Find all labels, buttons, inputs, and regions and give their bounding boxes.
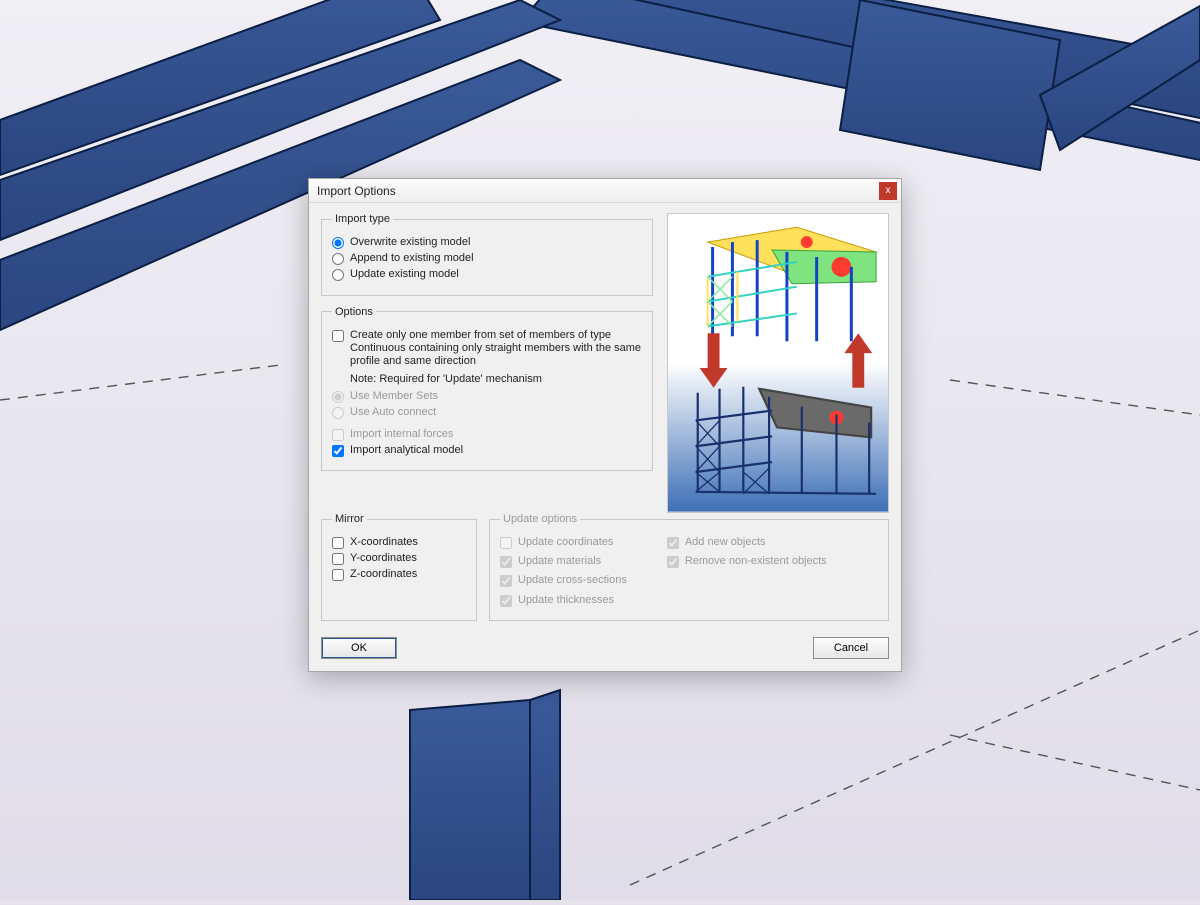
radio-overwrite-label: Overwrite existing model xyxy=(350,236,470,249)
check-import-internal-forces: Import internal forces xyxy=(332,428,642,441)
radio-overwrite-input[interactable] xyxy=(332,237,344,249)
legend-import-type: Import type xyxy=(332,213,393,225)
check-import-analytical-model-input[interactable] xyxy=(332,445,344,457)
group-options: Options Create only one member from set … xyxy=(321,306,653,471)
check-update-coordinates-label: Update coordinates xyxy=(518,536,613,549)
check-update-cross-sections-input xyxy=(500,575,512,587)
check-mirror-z-input[interactable] xyxy=(332,569,344,581)
cancel-button[interactable]: Cancel xyxy=(813,637,889,659)
check-add-new-objects-label: Add new objects xyxy=(685,536,766,549)
close-button[interactable]: x xyxy=(879,182,897,200)
check-import-internal-forces-input xyxy=(332,429,344,441)
radio-update-input[interactable] xyxy=(332,269,344,281)
check-create-one-member-input[interactable] xyxy=(332,330,344,342)
legend-update-options: Update options xyxy=(500,513,580,525)
check-mirror-y[interactable]: Y-coordinates xyxy=(332,552,466,565)
legend-mirror: Mirror xyxy=(332,513,367,525)
check-remove-nonexistent-input xyxy=(667,556,679,568)
check-mirror-x[interactable]: X-coordinates xyxy=(332,536,466,549)
close-icon: x xyxy=(886,185,891,196)
check-update-coordinates: Update coordinates xyxy=(500,536,627,549)
check-update-thicknesses-label: Update thicknesses xyxy=(518,594,614,607)
check-remove-nonexistent: Remove non-existent objects xyxy=(667,555,827,568)
check-mirror-z-label: Z-coordinates xyxy=(350,568,417,581)
ok-button[interactable]: OK xyxy=(321,637,397,659)
radio-append-label: Append to existing model xyxy=(350,252,474,265)
check-mirror-x-input[interactable] xyxy=(332,537,344,549)
check-create-one-member[interactable]: Create only one member from set of membe… xyxy=(332,329,642,369)
check-mirror-y-label: Y-coordinates xyxy=(350,552,417,565)
radio-update[interactable]: Update existing model xyxy=(332,268,642,281)
radio-use-auto-connect: Use Auto connect xyxy=(332,406,642,419)
group-import-type: Import type Overwrite existing model App… xyxy=(321,213,653,296)
check-create-one-member-label: Create only one member from set of membe… xyxy=(350,329,642,369)
dialog-titlebar[interactable]: Import Options x xyxy=(309,179,901,203)
group-mirror: Mirror X-coordinates Y-coordinates Z-coo… xyxy=(321,513,477,621)
check-import-internal-forces-label: Import internal forces xyxy=(350,428,453,441)
radio-use-member-sets: Use Member Sets xyxy=(332,390,642,403)
check-mirror-x-label: X-coordinates xyxy=(350,536,418,549)
group-update-options: Update options Update coordinates Update… xyxy=(489,513,889,621)
radio-append[interactable]: Append to existing model xyxy=(332,252,642,265)
check-remove-nonexistent-label: Remove non-existent objects xyxy=(685,555,827,568)
check-update-materials: Update materials xyxy=(500,555,627,568)
radio-use-auto-connect-label: Use Auto connect xyxy=(350,406,436,419)
check-add-new-objects: Add new objects xyxy=(667,536,827,549)
check-update-cross-sections-label: Update cross-sections xyxy=(518,574,627,587)
check-update-thicknesses-input xyxy=(500,595,512,607)
radio-overwrite[interactable]: Overwrite existing model xyxy=(332,236,642,249)
check-update-thicknesses: Update thicknesses xyxy=(500,594,627,607)
check-mirror-z[interactable]: Z-coordinates xyxy=(332,568,466,581)
check-update-materials-input xyxy=(500,556,512,568)
preview-image xyxy=(667,213,889,513)
radio-append-input[interactable] xyxy=(332,253,344,265)
options-note: Note: Required for 'Update' mechanism xyxy=(350,373,642,385)
radio-update-label: Update existing model xyxy=(350,268,459,281)
import-options-dialog: Import Options x Import type Overwrite e… xyxy=(308,178,902,672)
check-update-coordinates-input xyxy=(500,537,512,549)
dialog-title: Import Options xyxy=(317,184,396,198)
check-update-cross-sections: Update cross-sections xyxy=(500,574,627,587)
check-mirror-y-input[interactable] xyxy=(332,553,344,565)
check-update-materials-label: Update materials xyxy=(518,555,601,568)
check-import-analytical-model[interactable]: Import analytical model xyxy=(332,444,642,457)
radio-use-auto-connect-input xyxy=(332,407,344,419)
legend-options: Options xyxy=(332,306,376,318)
radio-use-member-sets-label: Use Member Sets xyxy=(350,390,438,403)
radio-use-member-sets-input xyxy=(332,391,344,403)
check-import-analytical-model-label: Import analytical model xyxy=(350,444,463,457)
check-add-new-objects-input xyxy=(667,537,679,549)
